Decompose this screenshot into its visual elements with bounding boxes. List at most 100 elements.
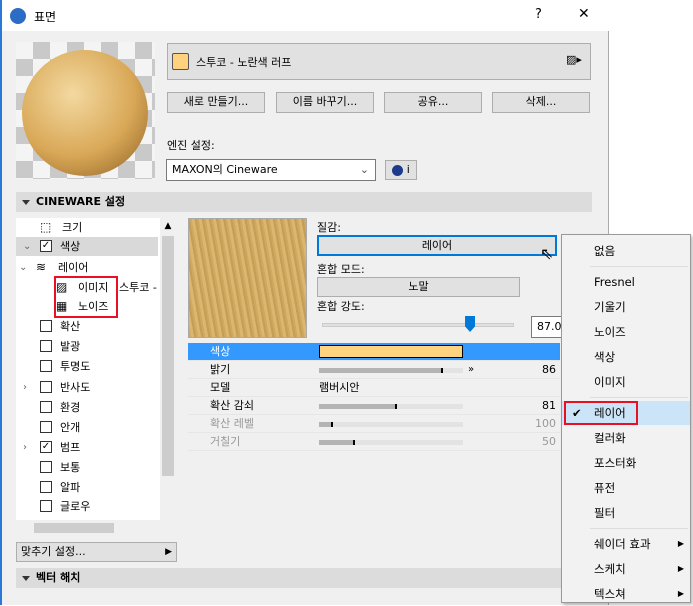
value-slider[interactable] (319, 368, 463, 373)
delete-button[interactable]: 삭제... (492, 92, 590, 113)
property-label: 확산 레벨 (210, 417, 254, 430)
menu-separator (590, 266, 688, 267)
checkbox[interactable] (40, 421, 52, 433)
property-row[interactable]: 확산 감쇠 81 (188, 397, 560, 415)
fit-settings-button[interactable]: 맞추기 설정... ▶ (16, 542, 177, 562)
tree-item[interactable]: 발광 (16, 337, 158, 356)
chevron-right-icon[interactable]: › (23, 438, 27, 457)
double-chevron-icon[interactable]: » (468, 361, 474, 379)
vector-hatch-section-header[interactable]: 벡터 해치 (16, 568, 592, 588)
tree-item[interactable]: 안개 (16, 418, 158, 437)
tree-item[interactable]: ⌄ ≋ 레이어 (16, 258, 158, 277)
highlight-box (564, 401, 638, 425)
image-menu-icon[interactable]: ▨▸ (566, 53, 582, 66)
checkbox[interactable] (40, 360, 52, 372)
tree-item[interactable]: 보통 (16, 458, 158, 477)
property-row[interactable]: 거칠기 50 (188, 433, 560, 451)
menu-item[interactable]: 노이즈 (562, 320, 690, 344)
tree-item[interactable]: 환경 (16, 398, 158, 417)
new-button[interactable]: 새로 만들기... (167, 92, 265, 113)
menu-item[interactable]: 퓨전 (562, 476, 690, 500)
menu-item[interactable]: 쉐이더 효과 ▶ (562, 532, 690, 556)
help-button[interactable]: ? (535, 7, 542, 22)
property-row[interactable]: 밝기 » 86 (188, 361, 560, 379)
menu-item[interactable]: 없음 (562, 239, 690, 263)
menu-item[interactable]: 이미지 (562, 370, 690, 394)
surface-dialog: 표면 ? ✕ 스투코 - 노란색 러프 ▨▸ 새로 만들기... 이름 바꾸기.… (0, 0, 609, 605)
menu-item[interactable]: 색상 (562, 345, 690, 369)
checkbox[interactable] (40, 401, 52, 413)
checkbox[interactable] (40, 340, 52, 352)
tree-item[interactable]: ⬚ 크기 (16, 218, 158, 237)
menu-item-label: 기울기 (594, 300, 626, 314)
property-label: 거칠기 (210, 435, 241, 448)
tree-item[interactable]: › 반사도 (16, 378, 158, 397)
tree-item-label: 투명도 (60, 360, 91, 373)
chevron-down-icon[interactable]: ⌄ (19, 258, 27, 277)
info-label: i (406, 163, 410, 176)
rename-button[interactable]: 이름 바꾸기... (276, 92, 374, 113)
tree-item[interactable]: ⌄ ✓ 색상 (16, 237, 158, 256)
property-row[interactable]: 색상 (188, 343, 560, 361)
value-slider[interactable] (319, 404, 463, 409)
tree-item-label: 범프 (60, 441, 81, 454)
property-label: 모델 (210, 381, 231, 394)
checkbox[interactable] (40, 500, 52, 512)
texture-dropdown[interactable]: 레이어 (317, 235, 557, 256)
tree-item-label: 환경 (60, 401, 81, 414)
checkbox[interactable] (40, 461, 52, 473)
checkbox[interactable] (40, 381, 52, 393)
menu-item[interactable]: 필터 (562, 501, 690, 525)
menu-item[interactable]: 컬러화 (562, 426, 690, 450)
checkbox[interactable] (40, 320, 52, 332)
tree-item-label: 발광 (60, 340, 81, 353)
menu-item[interactable]: Fresnel (562, 270, 690, 294)
checkbox[interactable]: ✓ (40, 240, 52, 252)
property-value[interactable]: 81 (542, 397, 556, 415)
tree-item-suffix: 스투코 - (119, 281, 157, 294)
value-slider[interactable] (319, 422, 463, 427)
blend-strength-slider[interactable] (322, 316, 514, 332)
value-slider[interactable] (319, 440, 463, 445)
engine-info-button[interactable]: i (385, 160, 417, 180)
tree-vertical-scrollbar[interactable]: ▲ (160, 218, 176, 520)
property-row[interactable]: 확산 레벨 100 (188, 415, 560, 433)
texture-thumbnail (188, 218, 307, 338)
menu-item[interactable]: 텍스쳐 ▶ (562, 582, 690, 606)
menu-item[interactable]: 포스터화 (562, 451, 690, 475)
property-value[interactable]: 86 (542, 361, 556, 379)
menu-item-label: 이미지 (594, 375, 626, 389)
share-button[interactable]: 공유... (384, 92, 482, 113)
tree-item[interactable]: 확산 (16, 317, 158, 336)
menu-item[interactable]: 레이어 ✔ (562, 401, 690, 425)
menu-item[interactable]: 스케치 ▶ (562, 557, 690, 581)
blend-mode-dropdown[interactable]: 노말 (317, 277, 520, 297)
color-swatch[interactable] (319, 345, 463, 358)
checkbox[interactable]: ✓ (40, 441, 52, 453)
menu-item-label: 텍스쳐 (594, 587, 626, 601)
cineware-section-header[interactable]: CINEWARE 설정 (16, 192, 592, 212)
property-value[interactable]: 50 (542, 433, 556, 451)
checkbox[interactable] (40, 481, 52, 493)
engine-select[interactable]: MAXON의 Cineware ⌄ (166, 159, 376, 181)
menu-item-label: 퓨전 (594, 481, 616, 495)
close-button[interactable]: ✕ (578, 6, 590, 22)
tree-item[interactable]: 투명도 (16, 357, 158, 376)
tree-item-label: 색상 (60, 240, 81, 253)
slider-thumb[interactable] (465, 316, 476, 332)
tree-item[interactable]: 글로우 (16, 497, 158, 516)
property-value[interactable]: 100 (535, 415, 556, 433)
material-selector[interactable]: 스투코 - 노란색 러프 ▨▸ (167, 43, 591, 80)
menu-item[interactable]: 기울기 (562, 295, 690, 319)
property-text[interactable]: 램버시안 (319, 379, 359, 397)
scroll-thumb[interactable] (162, 236, 174, 476)
tree-item[interactable]: 알파 (16, 478, 158, 497)
tree-item[interactable]: › ✓ 범프 (16, 438, 158, 457)
property-row[interactable]: 모델 램버시안 (188, 379, 560, 397)
chevron-right-icon[interactable]: › (23, 378, 27, 397)
chevron-down-icon[interactable]: ⌄ (23, 237, 31, 256)
channel-tree: ⬚ 크기 ⌄ ✓ 색상 ⌄ ≋ 레이어 ▨ 이미지 스투코 - ▦ 노이즈 확산 발광 투명도 › 반사도 환경 안개… (16, 218, 160, 520)
property-table: 색상 밝기 » 86 모델 램버시안 확산 감쇠 81 확산 레벨 100 거칠기 50 (188, 343, 560, 453)
scroll-up-icon[interactable]: ▲ (160, 218, 176, 234)
tree-horizontal-scrollbar[interactable] (16, 520, 176, 536)
